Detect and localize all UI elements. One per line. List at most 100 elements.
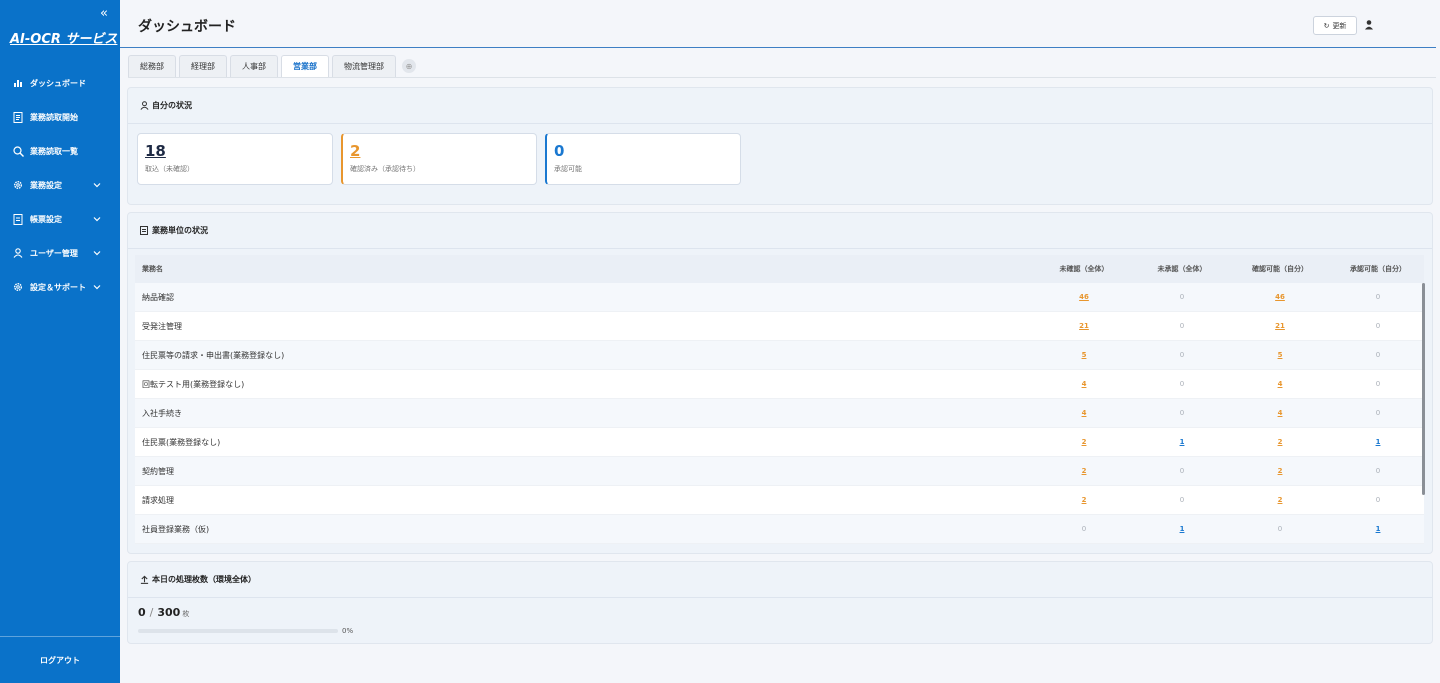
processing-count: 0/300 枚 xyxy=(138,606,189,619)
count-link[interactable]: 1 xyxy=(1180,525,1185,533)
count-link[interactable]: 21 xyxy=(1275,322,1285,330)
status-card-awaiting-approval[interactable]: 2 確認済み（承認待ち） xyxy=(341,133,537,185)
processing-current: 0 xyxy=(138,606,146,619)
panel-header: 本日の処理枚数（環境全体） xyxy=(128,562,1432,598)
count-cell: 2 xyxy=(1231,496,1329,504)
my-status-panel: 自分の状況 18 取込（未確認） 2 確認済み（承認待ち） 0 承認可能 xyxy=(127,87,1433,205)
count-value: 0 xyxy=(1375,293,1381,301)
tab-accounting[interactable]: 経理部 xyxy=(179,55,227,77)
table-row[interactable]: 入社手続き 4 0 4 0 xyxy=(135,399,1424,428)
column-header[interactable]: 確認可能（自分） xyxy=(1231,264,1329,274)
count-link[interactable]: 2 xyxy=(1082,467,1087,475)
tab-general-affairs[interactable]: 総務部 xyxy=(128,55,176,77)
collapse-sidebar-icon[interactable]: « xyxy=(100,6,108,21)
table-row[interactable]: 回転テスト用(業務登録なし) 4 0 4 0 xyxy=(135,370,1424,399)
count-value: 0 xyxy=(1179,409,1185,417)
department-tabs: 総務部 経理部 人事部 営業部 物流管理部 ⊕ xyxy=(128,55,416,77)
count-link[interactable]: 21 xyxy=(1079,322,1089,330)
sidebar-item-label: 設定＆サポート xyxy=(30,282,86,292)
count-link[interactable]: 1 xyxy=(1180,438,1185,446)
count-link[interactable]: 4 xyxy=(1278,409,1283,417)
count-link[interactable]: 2 xyxy=(1278,467,1283,475)
count-link[interactable]: 4 xyxy=(1082,380,1087,388)
count-cell: 0 xyxy=(1035,525,1133,533)
sidebar-item-dashboard[interactable]: ダッシュボード xyxy=(0,66,120,100)
sidebar-item-user-management[interactable]: ユーザー管理 xyxy=(0,236,120,270)
refresh-button[interactable]: ↻ 更新 xyxy=(1313,16,1357,35)
processing-panel: 本日の処理枚数（環境全体） 0/300 枚 0% xyxy=(127,561,1433,644)
count-link[interactable]: 1 xyxy=(1376,438,1381,446)
sidebar: « AI-OCR サービス ダッシュボード 業務読取開始 業務読取一覧 業務設定 xyxy=(0,0,120,683)
business-name-cell: 住民票(業務登録なし) xyxy=(142,437,221,447)
count-link[interactable]: 1 xyxy=(1376,525,1381,533)
count-cell: 5 xyxy=(1035,351,1133,359)
count-value: 0 xyxy=(1375,380,1381,388)
count-link[interactable]: 2 xyxy=(1278,496,1283,504)
gear-icon xyxy=(12,179,24,191)
column-header[interactable]: 承認可能（自分） xyxy=(1329,264,1427,274)
count-cell: 4 xyxy=(1231,409,1329,417)
table-row[interactable]: 社員登録業務（仮) 0 1 0 1 xyxy=(135,515,1424,544)
count-link[interactable]: 2 xyxy=(1082,496,1087,504)
status-card-unconfirmed[interactable]: 18 取込（未確認） xyxy=(137,133,333,185)
panel-header: 自分の状況 xyxy=(128,88,1432,124)
count-value: 0 xyxy=(1081,525,1087,533)
business-name-cell: 契約管理 xyxy=(142,466,174,476)
tab-sales[interactable]: 営業部 xyxy=(281,55,329,77)
progress-bar xyxy=(138,629,338,633)
logout-button[interactable]: ログアウト xyxy=(40,655,80,666)
count-link[interactable]: 5 xyxy=(1278,351,1283,359)
sidebar-item-form-settings[interactable]: 帳票設定 xyxy=(0,202,120,236)
count-cell: 1 xyxy=(1133,438,1231,446)
count-value: 0 xyxy=(1179,467,1185,475)
chevron-down-icon xyxy=(93,285,101,290)
table-row[interactable]: 受発注管理 21 0 21 0 xyxy=(135,312,1424,341)
count-value: 0 xyxy=(1375,409,1381,417)
column-header[interactable]: 未確認（全体） xyxy=(1035,264,1133,274)
business-name-cell: 入社手続き xyxy=(142,408,182,418)
processing-unit: 枚 xyxy=(182,610,190,618)
count-link[interactable]: 4 xyxy=(1278,380,1283,388)
app-logo[interactable]: AI-OCR サービス xyxy=(10,28,117,47)
sidebar-item-start-reading[interactable]: 業務読取開始 xyxy=(0,100,120,134)
count-cell: 1 xyxy=(1133,525,1231,533)
count-link[interactable]: 2 xyxy=(1082,438,1087,446)
table-row[interactable]: 住民票等の請求・申出書(業務登録なし) 5 0 5 0 xyxy=(135,341,1424,370)
count-link[interactable]: 46 xyxy=(1275,293,1285,301)
panel-header: 業務単位の状況 xyxy=(128,213,1432,249)
tab-hr[interactable]: 人事部 xyxy=(230,55,278,77)
count-cell: 0 xyxy=(1329,409,1427,417)
status-card-approvable[interactable]: 0 承認可能 xyxy=(545,133,741,185)
count-value: 0 xyxy=(1179,496,1185,504)
sidebar-item-label: ユーザー管理 xyxy=(30,248,78,258)
count-link[interactable]: 4 xyxy=(1082,409,1087,417)
table-row[interactable]: 住民票(業務登録なし) 2 1 2 1 xyxy=(135,428,1424,457)
table-row[interactable]: 納品確認 46 0 46 0 xyxy=(135,283,1424,312)
count-link[interactable]: 2 xyxy=(1278,438,1283,446)
count-link[interactable]: 5 xyxy=(1082,351,1087,359)
processing-separator: / xyxy=(149,606,154,619)
add-tab-icon[interactable]: ⊕ xyxy=(402,59,416,73)
panel-title: 業務単位の状況 xyxy=(152,226,208,235)
tab-logistics[interactable]: 物流管理部 xyxy=(332,55,396,77)
count-link[interactable]: 46 xyxy=(1079,293,1089,301)
upload-icon xyxy=(140,575,149,584)
user-account-icon[interactable] xyxy=(1363,19,1375,31)
sidebar-item-business-settings[interactable]: 業務設定 xyxy=(0,168,120,202)
count-cell: 0 xyxy=(1329,293,1427,301)
table-scrollbar[interactable] xyxy=(1422,283,1425,495)
sidebar-item-settings-support[interactable]: 設定＆サポート xyxy=(0,270,120,304)
column-header[interactable]: 未承認（全体） xyxy=(1133,264,1231,274)
table-row[interactable]: 請求処理 2 0 2 0 xyxy=(135,486,1424,515)
sidebar-item-reading-list[interactable]: 業務読取一覧 xyxy=(0,134,120,168)
status-card-value: 0 xyxy=(554,142,565,160)
page-title: ダッシュボード xyxy=(138,19,236,35)
count-value: 0 xyxy=(1375,351,1381,359)
business-status-panel: 業務単位の状況 業務名 未確認（全体） 未承認（全体） 確認可能（自分） 承認可… xyxy=(127,212,1433,554)
person-icon xyxy=(140,101,149,110)
business-name-cell: 住民票等の請求・申出書(業務登録なし) xyxy=(142,350,285,360)
sidebar-item-label: ダッシュボード xyxy=(30,78,86,88)
header: ダッシュボード ↻ 更新 xyxy=(120,0,1436,48)
column-header[interactable]: 業務名 xyxy=(135,264,1035,274)
table-row[interactable]: 契約管理 2 0 2 0 xyxy=(135,457,1424,486)
